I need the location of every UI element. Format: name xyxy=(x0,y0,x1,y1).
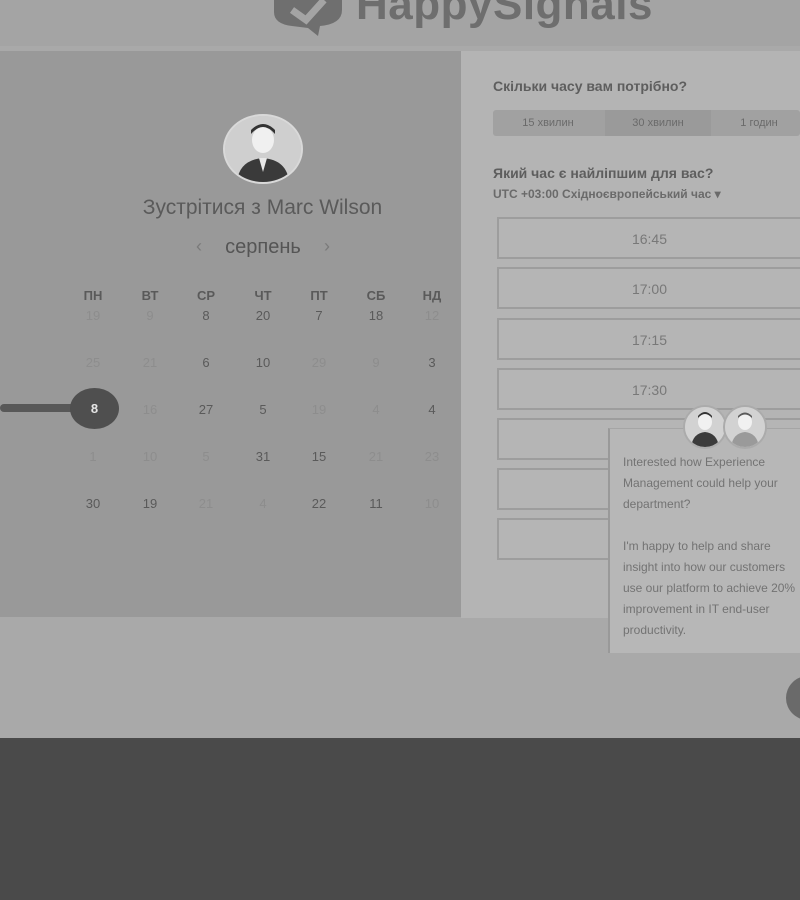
calendar-day[interactable]: 8 xyxy=(186,308,226,323)
calendar-day[interactable]: 19 xyxy=(73,308,113,323)
calendar-day[interactable]: 19 xyxy=(130,496,170,511)
calendar-day-selected[interactable]: 8 xyxy=(70,388,119,429)
duration-question: Скільки часу вам потрібно? xyxy=(493,78,688,94)
slider-handle-bar[interactable] xyxy=(0,404,80,412)
calendar-day[interactable]: 31 xyxy=(243,449,283,464)
time-slot[interactable]: 17:30 xyxy=(497,368,800,410)
calendar-day[interactable]: 3 xyxy=(412,355,452,370)
chat-message: I'm happy to help and share insight into… xyxy=(623,539,799,637)
calendar-day[interactable]: 30 xyxy=(73,496,113,511)
calendar-day[interactable]: 10 xyxy=(243,355,283,370)
calendar-day[interactable]: 21 xyxy=(186,496,226,511)
time-slot-label: 17:15 xyxy=(631,332,668,348)
calendar-day[interactable]: 21 xyxy=(130,355,170,370)
month-nav: ‹ серпень › xyxy=(190,236,336,260)
calendar-day[interactable]: 4 xyxy=(412,402,452,417)
time-slot[interactable]: 16:45 xyxy=(497,217,800,259)
calendar-day[interactable]: 4 xyxy=(243,496,283,511)
calendar-day[interactable]: 5 xyxy=(243,402,283,417)
header: HappySignals xyxy=(0,0,800,46)
host-avatar-image xyxy=(225,116,301,182)
booking-page: HappySignals Зустрітися з Marc Wilson ‹ … xyxy=(0,0,800,738)
calendar-day[interactable]: 27 xyxy=(186,402,226,417)
weekday-sat: СБ xyxy=(366,288,386,303)
calendar-day[interactable]: 19 xyxy=(299,402,339,417)
chat-agent-avatars xyxy=(683,405,773,451)
person-icon xyxy=(725,407,765,447)
calendar-day[interactable]: 18 xyxy=(356,308,396,323)
chat-launcher-button[interactable] xyxy=(786,676,800,720)
calendar-day[interactable]: 11 xyxy=(356,496,396,511)
logo-icon xyxy=(274,0,342,36)
calendar-day[interactable]: 4 xyxy=(356,402,396,417)
calendar-day[interactable]: 21 xyxy=(356,449,396,464)
timezone-selector[interactable]: UTC +03:00 Східноєвропейський час ▾ xyxy=(493,187,721,201)
calendar-day[interactable]: 22 xyxy=(299,496,339,511)
calendar-day[interactable]: 15 xyxy=(299,449,339,464)
time-slot-label: 17:30 xyxy=(631,382,668,398)
calendar-day[interactable]: 10 xyxy=(130,449,170,464)
chat-agent-avatar xyxy=(683,405,727,449)
calendar-day[interactable]: 23 xyxy=(412,449,452,464)
calendar-day[interactable]: 5 xyxy=(186,449,226,464)
brand-logo-text: HappySignals xyxy=(356,0,653,29)
calendar-day[interactable]: 29 xyxy=(299,355,339,370)
chat-message: Interested how Experience Management cou… xyxy=(623,455,782,511)
month-label: серпень xyxy=(225,236,301,258)
next-month-button[interactable]: › xyxy=(324,236,330,257)
calendar-day[interactable]: 16 xyxy=(130,402,170,417)
time-slot-label: 17:00 xyxy=(631,281,668,297)
calendar-day[interactable]: 9 xyxy=(130,308,170,323)
time-slot[interactable]: 17:00 xyxy=(497,267,800,309)
time-slot[interactable]: 17:15 xyxy=(497,318,800,360)
duration-option-15[interactable]: 15 хвилин xyxy=(493,110,603,136)
host-avatar xyxy=(223,114,303,184)
calendar-day[interactable]: 10 xyxy=(412,496,452,511)
weekday-wed: СР xyxy=(196,288,216,303)
calendar-day[interactable]: 20 xyxy=(243,308,283,323)
person-icon xyxy=(685,407,725,447)
duration-option-60[interactable]: 1 годин xyxy=(713,110,800,136)
calendar-day[interactable]: 12 xyxy=(412,308,452,323)
time-question: Який час є найліпшим для вас? xyxy=(493,165,714,181)
weekday-thu: ЧТ xyxy=(254,288,272,303)
duration-option-30[interactable]: 30 хвилин xyxy=(605,110,711,136)
calendar-day[interactable]: 9 xyxy=(356,355,396,370)
time-slot-label: 16:45 xyxy=(631,231,668,247)
host-title: Зустрітися з Marc Wilson xyxy=(142,196,383,219)
chat-agent-avatar xyxy=(723,405,767,449)
calendar-day[interactable]: 7 xyxy=(299,308,339,323)
weekday-sun: НД xyxy=(422,288,442,303)
calendar-day[interactable]: 1 xyxy=(73,449,113,464)
calendar-day[interactable]: 6 xyxy=(186,355,226,370)
weekday-tue: ВТ xyxy=(141,288,159,303)
calendar-day[interactable]: 25 xyxy=(73,355,113,370)
weekday-fri: ПТ xyxy=(310,288,328,303)
weekday-mon: ПН xyxy=(83,288,103,303)
duration-selector: 15 хвилин 30 хвилин 1 годин xyxy=(493,110,800,136)
